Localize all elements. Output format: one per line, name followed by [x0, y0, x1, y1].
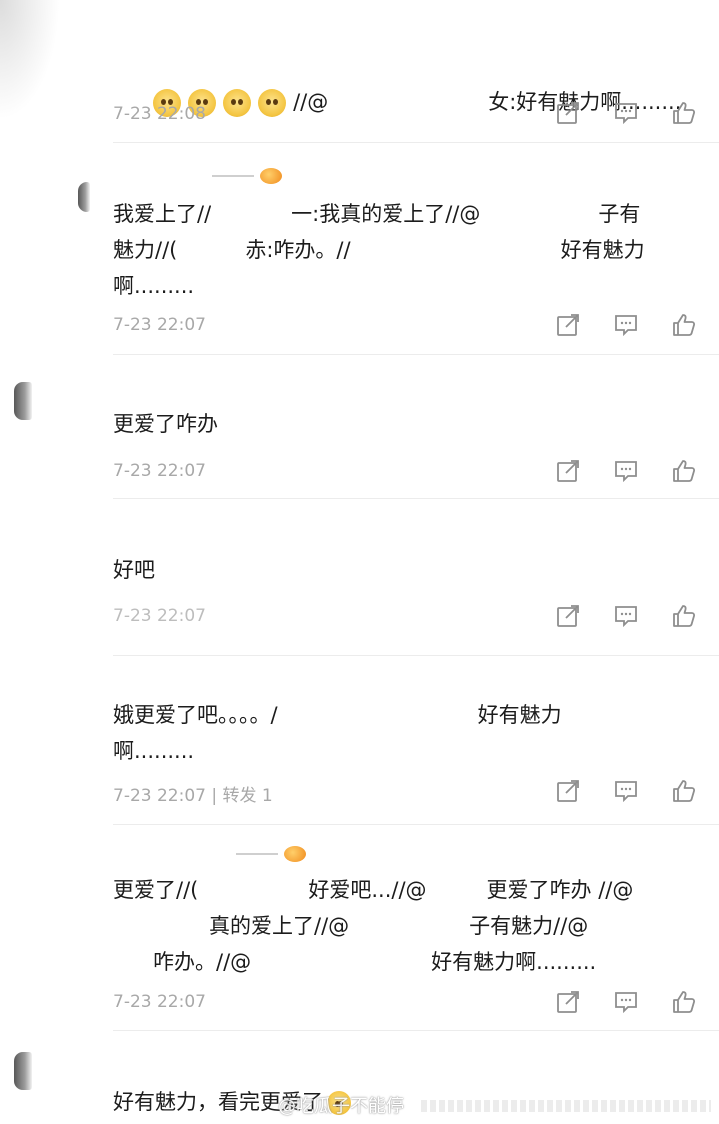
- comment-divider: [113, 1030, 719, 1031]
- avatar[interactable]: [14, 1052, 32, 1090]
- comment-text: 我爱上了// 一:我真的爱上了//@ 子有 魅力//( 赤:咋办。// 好有魅力 啊..…: [113, 196, 693, 376]
- comment-text-part: 啊.........: [113, 274, 195, 298]
- comment-actions: [555, 458, 697, 484]
- comment-text-part: 更爱了//(: [113, 878, 199, 902]
- share-icon[interactable]: [555, 603, 581, 629]
- comment-actions: [555, 778, 697, 804]
- share-icon[interactable]: [555, 458, 581, 484]
- comment-divider: [113, 655, 719, 656]
- comment-timestamp: 7-23 22:07: [113, 992, 206, 1012]
- like-icon[interactable]: [671, 312, 697, 338]
- comment-actions: [555, 603, 697, 629]
- comment-feed: //@ 女:好有魅力啊......... 7-23 22:08 我爱上了//一:我…: [0, 0, 719, 1124]
- badge-icon: [260, 168, 282, 184]
- comment-text-part: 好有魅力: [560, 238, 645, 262]
- comment-text-part: 好有魅力: [477, 703, 562, 727]
- comment-text-part: 赤:咋办。//: [245, 238, 351, 262]
- share-icon[interactable]: [555, 100, 581, 126]
- comment-text-part: 娥更爱了吧。。。。/: [113, 703, 278, 727]
- comment-timestamp: 7-23 22:08: [113, 104, 206, 124]
- avatar[interactable]: [14, 382, 32, 420]
- comment-timestamp: 7-23 22:07: [113, 461, 206, 481]
- comment-text-part: 我爱上了//: [113, 202, 212, 226]
- comment-icon[interactable]: [613, 778, 639, 804]
- comment-text-part: 一:我真的爱上了//@: [291, 202, 481, 226]
- emoji-icon: [223, 89, 252, 117]
- watermark: @吃瓜子不能停: [278, 1096, 404, 1117]
- comment-divider: [113, 498, 719, 499]
- comment-icon[interactable]: [613, 603, 639, 629]
- redacted-block: [328, 90, 489, 116]
- username-redacted[interactable]: [212, 168, 282, 184]
- comment-text-part: 子有: [598, 202, 641, 226]
- avatar[interactable]: [78, 182, 90, 212]
- comment-actions: [555, 312, 697, 338]
- comment-text-part: 好爱吧...//@: [308, 878, 427, 902]
- comment-divider: [113, 824, 719, 825]
- like-icon[interactable]: [671, 778, 697, 804]
- like-icon[interactable]: [671, 603, 697, 629]
- corner-shadow: [0, 0, 60, 120]
- comment-text-part: 更爱了咋办 //@: [486, 878, 634, 902]
- comment-text-part: 魅力//(: [113, 238, 178, 262]
- share-icon[interactable]: [555, 312, 581, 338]
- username-redacted[interactable]: [236, 846, 306, 862]
- comment-text-part: 好有魅力啊.........: [431, 950, 597, 974]
- comment-text-part: 子有魅力//@: [469, 914, 589, 938]
- comment-icon[interactable]: [613, 989, 639, 1015]
- comment-timestamp: 7-23 22:07: [113, 606, 206, 626]
- comment-icon[interactable]: [613, 100, 639, 126]
- comment-text: 好吧: [113, 558, 155, 582]
- comment-text-part: 咋办。//@: [153, 950, 252, 974]
- emoji-icon: [258, 89, 287, 117]
- comment-text-part: 啊.........: [113, 739, 195, 763]
- watermark-dots: [421, 1100, 711, 1112]
- share-icon[interactable]: [555, 778, 581, 804]
- like-icon[interactable]: [671, 458, 697, 484]
- comment-divider: [113, 354, 719, 355]
- comment-text: 更爱了//( 好爱吧...//@ 更爱了咋办 //@ 真的爱上了//@ 子有魅力//@…: [113, 872, 693, 1052]
- comment-text-part: 真的爱上了//@: [209, 914, 350, 938]
- comment-icon[interactable]: [613, 312, 639, 338]
- comment-divider: [113, 142, 719, 143]
- comment-actions: [555, 989, 697, 1015]
- comment-icon[interactable]: [613, 458, 639, 484]
- comment-timestamp: 7-23 22:07 | 转发 1: [113, 786, 273, 806]
- comment-text: 娥更爱了吧。。。。/ 好有魅力 啊.........: [113, 697, 693, 841]
- like-icon[interactable]: [671, 989, 697, 1015]
- like-icon[interactable]: [671, 100, 697, 126]
- comment-timestamp: 7-23 22:07: [113, 315, 206, 335]
- badge-icon: [284, 846, 306, 862]
- comment-text-part: //@: [293, 90, 329, 114]
- share-icon[interactable]: [555, 989, 581, 1015]
- comment-actions: [555, 100, 697, 126]
- comment-text: 更爱了咋办: [113, 412, 218, 436]
